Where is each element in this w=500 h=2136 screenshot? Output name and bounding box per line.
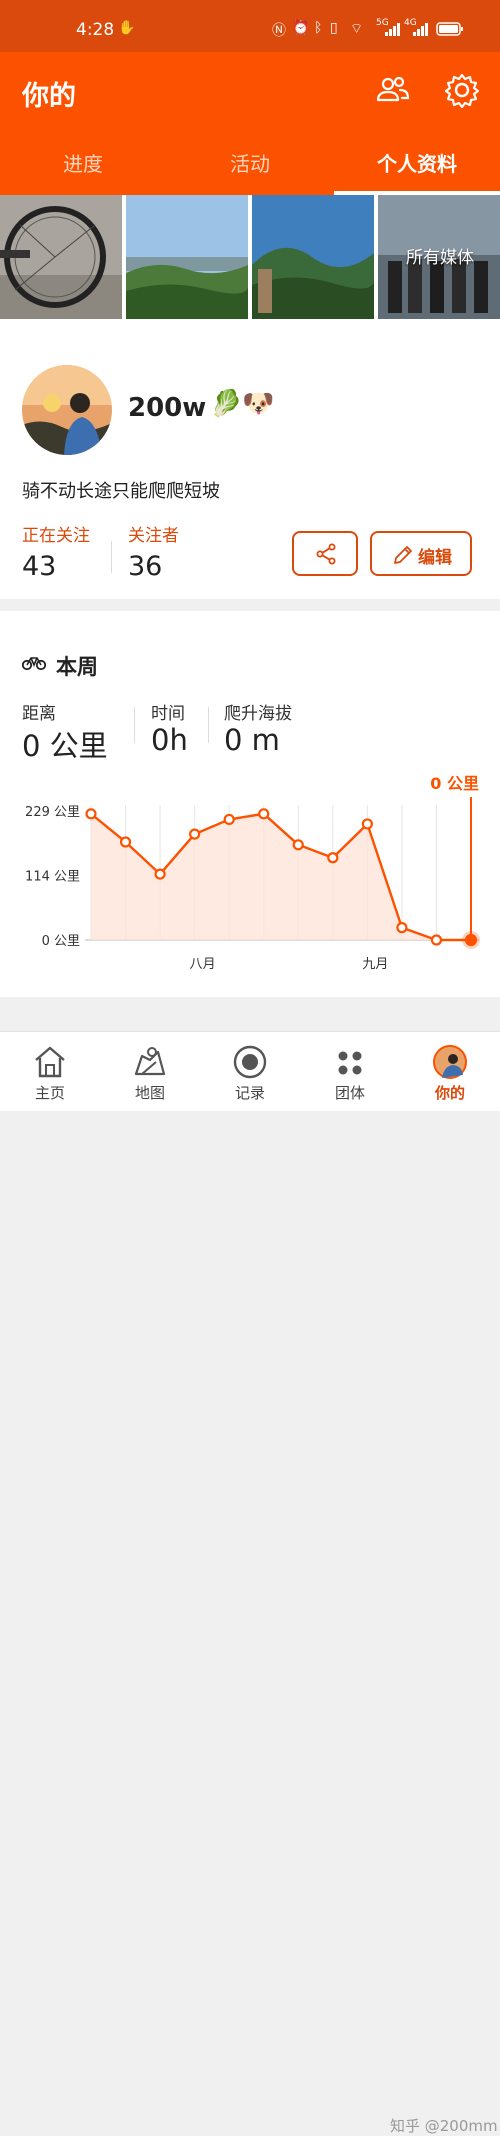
elevation-label: 爬升海拔: [224, 704, 292, 724]
bike-icon: [22, 657, 46, 671]
watermark: 知乎 @200mm: [390, 2117, 498, 2135]
x-tick-label: 九月: [362, 957, 388, 972]
data-point: [119, 836, 132, 848]
landscape-photo-1: [126, 195, 248, 319]
y-tick-label: 0 公里: [42, 934, 80, 949]
data-point: [85, 808, 97, 820]
avatar-icon: [433, 1045, 467, 1079]
data-point: [430, 934, 443, 946]
dog-emoji: 🐶: [242, 389, 275, 419]
media-thumb-3[interactable]: [252, 195, 374, 319]
following-label[interactable]: 正在关注: [22, 521, 90, 546]
athlete-name: 200w: [128, 393, 207, 423]
data-point: [189, 828, 201, 840]
share-icon: [316, 543, 336, 565]
bottom-nav: 主页 地图 记录 团体 你的 知乎 @200mm: [0, 1031, 500, 2135]
followers-count[interactable]: 36: [128, 551, 162, 582]
nfc-icon: Ⓝ: [272, 23, 286, 39]
edit-profile-button[interactable]: 编辑: [370, 531, 472, 576]
battery-icon: [436, 22, 463, 36]
nav-you-label: 你的: [434, 1084, 465, 1102]
signal-icon-2: [413, 23, 428, 36]
y-tick-label: 114 公里: [25, 870, 80, 885]
data-point: [396, 922, 408, 934]
avatar-photo: [22, 365, 112, 455]
nav-groups[interactable]: 团体: [300, 1032, 400, 1112]
stat-divider-1: [134, 707, 135, 743]
edit-button-label: 编辑: [418, 548, 452, 568]
settings-gear-icon[interactable]: [442, 70, 482, 110]
time-label: 时间: [151, 704, 185, 724]
nav-record-label: 记录: [234, 1084, 265, 1102]
this-week-card: 本周 距离 0 公里 时间 0h 爬升海拔 0 m 229 公里 114 公里 0 …: [0, 611, 500, 997]
y-tick-label: 229 公里: [25, 805, 80, 820]
time-value: 0h: [151, 723, 188, 757]
wifi-icon: ⌔: [350, 21, 364, 37]
athlete-bio: 骑不动长途只能爬爬短坡: [22, 481, 220, 502]
stat-divider-2: [208, 707, 209, 743]
nav-record[interactable]: 记录: [200, 1032, 300, 1112]
media-thumb-all[interactable]: 所有媒体: [378, 195, 500, 319]
tab-profile[interactable]: 个人资料: [334, 138, 500, 195]
share-profile-button[interactable]: [292, 531, 358, 576]
profile-avatar[interactable]: [22, 365, 112, 455]
media-thumb-2[interactable]: [126, 195, 248, 319]
bike-wheel-photo: [0, 195, 122, 319]
map-icon: [134, 1047, 166, 1076]
groups-icon: [338, 1051, 362, 1075]
distance-label: 距离: [22, 704, 56, 724]
series-area: [91, 813, 471, 940]
profile-tabs: 进度 活动 个人资料: [0, 138, 500, 195]
data-point: [464, 933, 478, 947]
profile-card: 200w 🥬 🐶 骑不动长途只能爬爬短坡 正在关注 43 关注者 36 编辑: [0, 319, 500, 599]
current-week-label: 0 公里: [430, 774, 479, 793]
media-thumb-1[interactable]: [0, 195, 122, 319]
nav-groups-label: 团体: [334, 1084, 365, 1102]
lettuce-emoji: 🥬: [210, 389, 243, 419]
follow-divider: [111, 541, 112, 573]
media-strip: 所有媒体: [0, 195, 500, 319]
home-icon: [35, 1046, 65, 1078]
nav-home-label: 主页: [34, 1084, 65, 1102]
status-time: 4:28: [76, 20, 115, 40]
nav-map-label: 地图: [134, 1084, 165, 1102]
data-point: [223, 813, 235, 826]
elevation-value: 0 m: [224, 723, 280, 757]
status-bar: 4:28 ✋ Ⓝ ⏰ ᛒ ▯ ⌔ 5G 4G: [0, 0, 500, 52]
tab-progress[interactable]: 进度: [0, 138, 166, 195]
alarm-icon: ⏰: [292, 20, 310, 36]
bluetooth-icon: ᛒ: [314, 20, 323, 36]
data-point: [154, 868, 166, 880]
week-title: 本周: [56, 655, 98, 679]
tab-activities[interactable]: 活动: [167, 138, 333, 195]
data-point: [327, 852, 339, 864]
hand-icon: ✋: [118, 20, 136, 36]
find-friends-icon[interactable]: [372, 70, 412, 110]
x-tick-label: 八月: [190, 957, 216, 972]
data-point: [361, 818, 373, 830]
nav-home[interactable]: 主页: [0, 1032, 100, 1112]
landscape-photo-2: [252, 195, 374, 319]
weekly-distance-chart[interactable]: 229 公里 114 公里 0 公里八月 九月 0 公里: [0, 771, 500, 981]
page-title: 你的: [22, 81, 76, 112]
record-icon: [233, 1045, 267, 1079]
app-header: 你的 进度 活动 个人资料: [0, 52, 500, 195]
distance-value: 0 公里: [22, 729, 108, 763]
following-count[interactable]: 43: [22, 551, 56, 582]
data-point: [292, 839, 304, 851]
nav-map[interactable]: 地图: [100, 1032, 200, 1112]
vibrate-icon: ▯: [330, 20, 338, 36]
nav-you[interactable]: 你的: [400, 1032, 500, 1112]
signal-icon: [385, 23, 400, 36]
pencil-icon: [394, 546, 412, 564]
all-media-label: 所有媒体: [406, 248, 474, 268]
data-point: [258, 808, 270, 820]
followers-label[interactable]: 关注者: [128, 521, 179, 546]
